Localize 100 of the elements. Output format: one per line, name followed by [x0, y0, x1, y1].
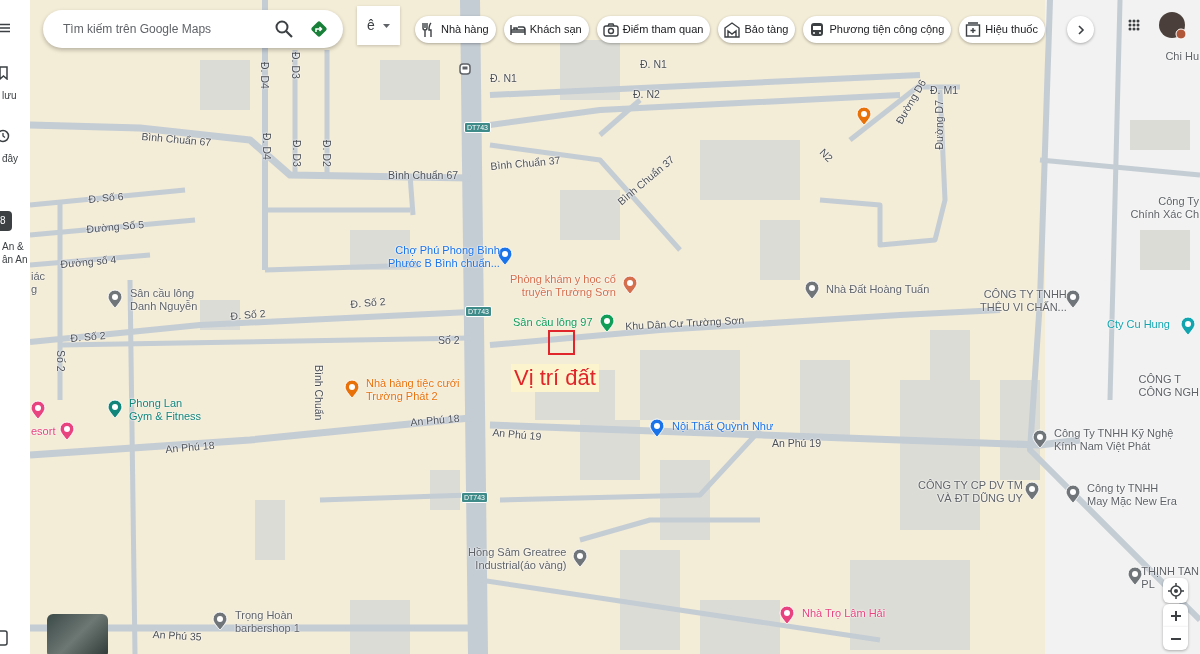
street-label: Số 2 [438, 334, 460, 346]
place-label: Sân cầu lông [130, 287, 195, 300]
app-icon[interactable] [0, 211, 12, 231]
street-label: Đ. Số 2 [350, 294, 386, 310]
place-label: Gym & Fitness [129, 410, 202, 423]
street-label: Đường Số 5 [86, 217, 145, 235]
street-label: Đ. N2 [633, 88, 660, 100]
street-label: Đ. D4 [259, 62, 271, 89]
street-label: Đ. D4 [261, 133, 273, 160]
street-label: Đ. N1 [490, 72, 517, 84]
building-icon [724, 21, 741, 38]
place-label: THỊNH TAN [1141, 565, 1199, 578]
zoom-in-button[interactable] [1163, 604, 1188, 627]
place-label: Kính Nam Việt Phát [1054, 440, 1151, 453]
place-label: Công Ty TNHH Kỹ Nghệ [1054, 427, 1174, 440]
sidebar-label[interactable]: An & ân An [2, 240, 28, 266]
caret-icon[interactable] [382, 23, 390, 28]
street-label: An Phú 18 [165, 438, 215, 455]
search-field[interactable]: Tìm kiếm trên Google Maps [61, 19, 259, 39]
place-label: Phước B Bình chuẩn... [388, 257, 500, 270]
place-label: esort [31, 425, 56, 438]
minus-icon [1170, 636, 1181, 641]
place-label: Phòng khám y học cổ [510, 273, 616, 286]
street-label: Đ. Số 2 [70, 328, 106, 344]
street-label: N2 [817, 146, 836, 164]
street-label: Đ. Số 2 [230, 306, 266, 322]
street-label: Đường số 4 [60, 253, 117, 270]
my-location-button[interactable] [1163, 578, 1188, 603]
place-label: Trường Phát 2 [366, 390, 438, 403]
satellite-layer-thumbnail[interactable] [47, 614, 108, 654]
plus-icon [1170, 610, 1181, 621]
search-box[interactable]: Tìm kiếm trên Google Maps [43, 10, 343, 48]
street-label: An Phú 19 [772, 437, 822, 449]
place-label: May Mặc New Era [1087, 495, 1177, 508]
street-label: Đ. Số 6 [88, 189, 124, 205]
street-label: An Phú 35 [152, 628, 202, 643]
street-label: Bình Chuẩn 37 [490, 153, 561, 172]
place-label: Chợ Phú Phong Bình [395, 244, 500, 257]
area-label: iác [31, 270, 46, 283]
clock-icon[interactable] [0, 129, 10, 143]
layer-toggle-button[interactable]: ê [357, 6, 400, 45]
badge-count: 8 [0, 215, 6, 227]
place-label: Nhà Đất Hoàng Tuấn [826, 283, 930, 296]
street-label: Đ. D3 [291, 140, 303, 167]
place-label: PL [1141, 578, 1155, 591]
search-icon[interactable] [275, 20, 293, 38]
area-label: CÔNG NGH [1138, 386, 1199, 399]
area-label: CÔNG T [1138, 373, 1182, 386]
area-label: g [31, 283, 39, 296]
place-label: VÀ ĐT DŨNG UY [936, 492, 1023, 505]
category-chip[interactable]: Điểm tham quan [596, 16, 711, 43]
place-label: THÊU VI CHẤN... [980, 301, 1067, 314]
medical-cross-icon [965, 21, 982, 38]
phone-icon[interactable] [0, 630, 8, 646]
annotation-label: Vị trí đất [511, 364, 599, 392]
sidebar-label[interactable]: lưu [2, 89, 17, 102]
menu-icon[interactable] [0, 23, 10, 33]
camera-icon [602, 21, 619, 38]
category-chip[interactable]: Phương tiện công cộng [803, 16, 952, 43]
category-chip[interactable]: Khách sạn [503, 16, 589, 43]
bus-stop-icon [459, 63, 471, 75]
place-label: Trọng Hoàn [235, 609, 293, 622]
street-label: Số 2 [55, 350, 67, 372]
place-label: Industrial(áo vàng) [475, 559, 567, 572]
place-label: Phong Lan [129, 397, 183, 410]
category-chip[interactable]: Hiệu thuốc [959, 16, 1045, 43]
category-chip[interactable]: Nhà hàng [415, 16, 496, 43]
place-label: barbershop 1 [235, 622, 300, 635]
place-label: Sân cầu lông 97 [513, 316, 593, 329]
street-label: Đ. D2 [321, 140, 333, 167]
location-target-icon [1167, 582, 1184, 599]
street-label: Đ. M1 [930, 84, 958, 96]
area-label: Công Ty [1158, 195, 1199, 208]
area-label: Chính Xác Ch [1130, 208, 1199, 221]
street-label: Đ. D3 [290, 52, 302, 79]
bus-icon [809, 21, 826, 38]
zoom-out-button[interactable] [1163, 627, 1188, 650]
place-label: truyền Trường Sơn [521, 286, 616, 299]
area-label: Chi Hu [1165, 50, 1199, 63]
street-label: Bình Chuẩn [313, 365, 325, 421]
location-marker [548, 330, 575, 355]
street-label: Bình Chuẩn 67 [140, 130, 212, 149]
street-label: Đường D7 [933, 100, 945, 150]
place-label: CÔNG TY TNHH [983, 288, 1067, 301]
place-label: Danh Nguyễn [130, 300, 198, 313]
category-chip[interactable]: Bảo tàng [718, 16, 796, 43]
street-label: Khu Dân Cư Trường Sơn [625, 313, 745, 332]
place-label: Nhà Trọ Lâm Hải [802, 607, 886, 620]
place-label: Nội Thất Quỳnh Như [672, 420, 774, 433]
street-label: Đ. N1 [640, 58, 667, 70]
apps-grid-icon[interactable] [1128, 19, 1140, 31]
place-label: Công ty TNHH [1087, 482, 1159, 495]
bookmark-icon[interactable] [0, 66, 8, 80]
place-label: CÔNG TY CP DV TM [918, 479, 1023, 492]
street-label: An Phú 18 [410, 411, 460, 428]
avatar-icon[interactable] [1159, 12, 1187, 40]
sidebar-label[interactable]: đây [2, 152, 19, 165]
street-label: An Phú 19 [491, 426, 542, 443]
street-label: Bình Chuẩn 67 [388, 169, 459, 181]
place-label: Cty Cu Hung [1107, 318, 1170, 331]
